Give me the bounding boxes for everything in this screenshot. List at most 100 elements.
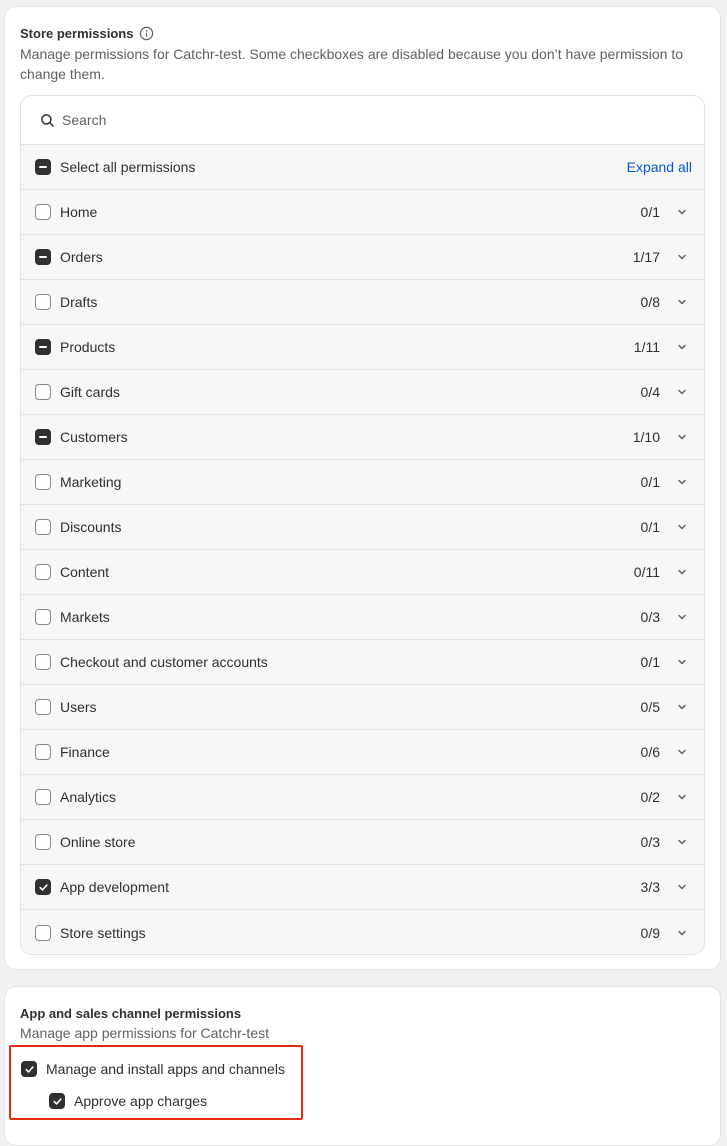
permission-checkbox[interactable] [35, 429, 51, 445]
permission-row[interactable]: Customers 1/10 [21, 415, 704, 460]
chevron-down-icon[interactable] [676, 791, 688, 803]
chevron-down-icon[interactable] [676, 431, 688, 443]
chevron-down-icon[interactable] [676, 251, 688, 263]
chevron-down-icon[interactable] [676, 746, 688, 758]
permission-label: Users [60, 699, 97, 715]
permission-checkbox[interactable] [35, 609, 51, 625]
permission-row[interactable]: Online store 0/3 [21, 820, 704, 865]
permission-label: Store settings [60, 924, 146, 941]
permission-label: Finance [60, 744, 110, 760]
permission-row[interactable]: Orders 1/17 [21, 235, 704, 280]
permission-checkbox[interactable] [35, 789, 51, 805]
permission-label: Checkout and customer accounts [60, 654, 268, 670]
manage-apps-label: Manage and install apps and channels [46, 1061, 285, 1077]
info-icon[interactable] [139, 26, 154, 41]
permission-checkbox[interactable] [35, 924, 51, 941]
checkmark-icon [38, 883, 48, 891]
permission-count: 0/5 [640, 699, 660, 715]
permission-row[interactable]: Checkout and customer accounts 0/1 [21, 640, 704, 685]
permission-count: 0/3 [640, 834, 660, 850]
chevron-down-icon[interactable] [676, 296, 688, 308]
chevron-down-icon[interactable] [676, 881, 688, 893]
permission-row[interactable]: Marketing 0/1 [21, 460, 704, 505]
permission-count: 0/8 [640, 294, 660, 310]
permission-label: Online store [60, 834, 136, 850]
permission-checkbox[interactable] [35, 339, 51, 355]
permission-row[interactable]: Drafts 0/8 [21, 280, 704, 325]
permission-row[interactable]: Analytics 0/2 [21, 775, 704, 820]
permission-checkbox[interactable] [35, 744, 51, 760]
manage-apps-row[interactable]: Manage and install apps and channels [21, 1061, 285, 1077]
permission-count: 3/3 [640, 879, 660, 895]
app-permissions-description: Manage app permissions for Catchr-test [20, 1025, 269, 1041]
permission-row[interactable]: Content 0/11 [21, 550, 704, 595]
permission-label: Drafts [60, 294, 98, 310]
permission-count: 1/11 [633, 339, 660, 355]
manage-apps-checkbox[interactable] [21, 1061, 37, 1077]
chevron-down-icon[interactable] [676, 476, 688, 488]
permission-label: Orders [60, 249, 103, 265]
permission-count: 0/1 [640, 204, 660, 220]
chevron-down-icon[interactable] [676, 521, 688, 533]
checkmark-icon [24, 1065, 34, 1073]
chevron-down-icon[interactable] [676, 656, 688, 668]
permission-checkbox[interactable] [35, 564, 51, 580]
permission-checkbox[interactable] [35, 204, 51, 220]
permission-label: Discounts [60, 519, 122, 535]
store-permissions-description: Manage permissions for Catchr-test. Some… [20, 46, 684, 82]
app-permissions-title: App and sales channel permissions [20, 1006, 242, 1021]
permission-row[interactable]: Finance 0/6 [21, 730, 704, 775]
approve-charges-row[interactable]: Approve app charges [49, 1093, 207, 1109]
store-permissions-card: Store permissions Manage permissions for… [4, 6, 721, 970]
permission-label: Marketing [60, 474, 122, 490]
permission-row[interactable]: Store settings 0/9 [21, 910, 704, 954]
permission-row[interactable]: Home 0/1 [21, 190, 704, 235]
chevron-down-icon[interactable] [676, 206, 688, 218]
select-all-label: Select all permissions [60, 159, 196, 175]
permission-count: 0/11 [633, 564, 660, 580]
permission-row[interactable]: Users 0/5 [21, 685, 704, 730]
expand-all-link[interactable]: Expand all [627, 159, 692, 175]
chevron-down-icon[interactable] [676, 836, 688, 848]
permission-row[interactable]: App development 3/3 [21, 865, 704, 910]
permission-label: Analytics [60, 789, 117, 805]
chevron-down-icon[interactable] [676, 611, 688, 623]
permission-checkbox[interactable] [35, 519, 51, 535]
search-icon [41, 113, 54, 127]
permission-count: 0/4 [640, 384, 660, 400]
permission-label: Content [60, 564, 110, 580]
select-all-checkbox[interactable] [35, 159, 51, 175]
permission-checkbox[interactable] [35, 834, 51, 850]
permission-row[interactable]: Products 1/11 [21, 325, 704, 370]
permission-label: Products [60, 339, 116, 355]
search-input[interactable] [62, 112, 642, 128]
permission-checkbox[interactable] [35, 699, 51, 715]
permission-checkbox[interactable] [35, 294, 51, 310]
checkmark-icon [52, 1097, 62, 1105]
app-permissions-card: App and sales channel permissions Manage… [4, 986, 721, 1146]
chevron-down-icon[interactable] [676, 341, 688, 353]
permission-count: 0/1 [640, 474, 660, 490]
chevron-down-icon[interactable] [676, 566, 688, 578]
approve-charges-label: Approve app charges [74, 1093, 208, 1109]
permission-checkbox[interactable] [35, 654, 51, 670]
permission-count: 0/2 [640, 789, 660, 805]
permission-count: 0/9 [640, 924, 660, 941]
permission-checkbox[interactable] [35, 249, 51, 265]
approve-charges-checkbox[interactable] [49, 1093, 65, 1109]
permission-label: Home [60, 204, 98, 220]
chevron-down-icon[interactable] [676, 927, 688, 939]
permission-checkbox[interactable] [35, 879, 51, 895]
permission-row[interactable]: Markets 0/3 [21, 595, 704, 640]
permission-count: 0/3 [640, 609, 660, 625]
permission-row[interactable]: Discounts 0/1 [21, 505, 704, 550]
permission-row[interactable]: Gift cards 0/4 [21, 370, 704, 415]
permission-label: App development [60, 879, 169, 895]
chevron-down-icon[interactable] [676, 701, 688, 713]
select-all-row[interactable]: Select all permissions Expand all [21, 145, 704, 190]
permission-count: 1/10 [632, 429, 660, 445]
chevron-down-icon[interactable] [676, 386, 688, 398]
permission-checkbox[interactable] [35, 474, 51, 490]
permission-count: 0/1 [640, 519, 660, 535]
permission-checkbox[interactable] [35, 384, 51, 400]
